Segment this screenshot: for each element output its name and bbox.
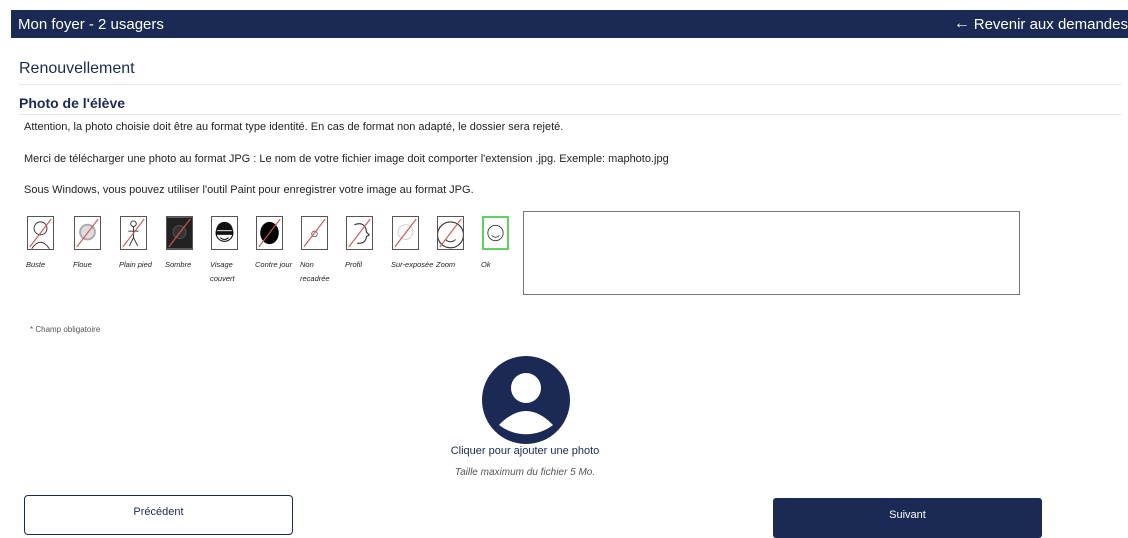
mandatory-note: * Champ obligatoire <box>30 325 101 334</box>
sample-label: Contre jour <box>255 260 293 269</box>
sample-sombre: Sombre <box>165 216 209 272</box>
sample-profil: Profil <box>345 216 389 272</box>
sample-plain-pied: Plain pied <box>119 216 163 272</box>
backlit-example-icon <box>256 216 283 250</box>
back-to-requests-label: Revenir aux demandes <box>973 15 1128 33</box>
household-title: Mon foyer - 2 usagers <box>18 15 164 33</box>
photo-paint-text: Sous Windows, vous pouvez utiliser l'out… <box>24 184 474 196</box>
photo-warning-text: Attention, la photo choisie doit être au… <box>24 121 564 133</box>
sample-label: Sur-exposée <box>391 260 434 269</box>
profile-example-icon <box>346 216 373 250</box>
dark-example-icon <box>166 216 193 250</box>
zoom-example-icon <box>437 216 464 250</box>
sample-label: Floue <box>73 260 92 269</box>
sample-label: Zoom <box>436 260 456 269</box>
add-photo-button[interactable] <box>481 355 571 445</box>
arrow-left-icon: ← <box>953 15 970 32</box>
full-body-example-icon <box>120 216 147 250</box>
sample-label: Visage couvert <box>210 260 235 283</box>
sample-label: Buste <box>26 260 46 269</box>
sample-label: Non recadrée <box>300 260 330 283</box>
sample-label: Sombre <box>165 260 192 269</box>
sample-label: Ok <box>481 260 491 269</box>
blurry-example-icon <box>74 216 101 250</box>
sample-floue: Floue <box>73 216 117 272</box>
sample-contre-jour: Contre jour <box>255 216 299 272</box>
sample-zoom: Zoom <box>436 216 480 272</box>
max-file-size-note: Taille maximum du fichier 5 Mo. <box>454 467 596 478</box>
top-header-bar: Mon foyer - 2 usagers ← Revenir aux dema… <box>11 10 1128 38</box>
sample-sur-exposee: Sur-exposée <box>391 216 435 272</box>
photo-format-text: Merci de télécharger une photo au format… <box>24 153 669 165</box>
previous-button[interactable]: Précédent <box>24 495 293 535</box>
sample-label: Plain pied <box>119 260 152 269</box>
photo-section-title: Photo de l'élève <box>19 95 1121 115</box>
page-title: Renouvellement <box>19 60 1121 85</box>
sample-buste: Buste <box>26 216 70 272</box>
sample-visage-couvert: Visage couvert <box>210 216 254 286</box>
next-button[interactable]: Suivant <box>773 498 1042 538</box>
uncropped-example-icon <box>301 216 328 250</box>
user-avatar-icon <box>482 356 570 444</box>
sample-label: Profil <box>345 260 363 269</box>
photo-preview-box <box>523 211 1020 295</box>
bust-example-icon <box>27 216 54 250</box>
sample-ok: Ok <box>481 216 525 272</box>
covered-face-example-icon <box>211 216 238 250</box>
back-to-requests-link[interactable]: ← Revenir aux demandes <box>954 15 1128 33</box>
add-photo-label[interactable]: Cliquer pour ajouter une photo <box>380 445 670 457</box>
overexposed-example-icon <box>392 216 419 250</box>
sample-non-recadree: Non recadrée <box>300 216 344 286</box>
ok-example-icon <box>482 216 509 250</box>
